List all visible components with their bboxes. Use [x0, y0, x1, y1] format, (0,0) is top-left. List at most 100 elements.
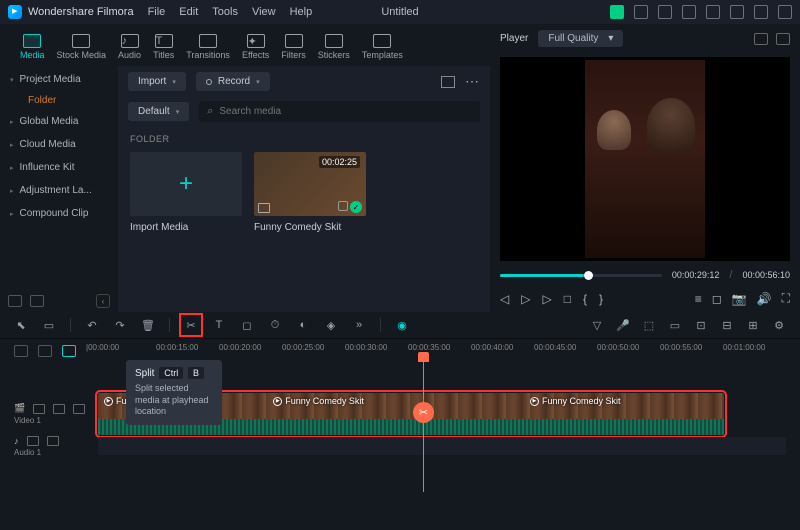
record-button[interactable]: Record▾	[196, 72, 270, 91]
text-icon[interactable]: T	[212, 318, 226, 332]
prev-frame-icon[interactable]: ◁	[500, 292, 509, 306]
magnetic-icon[interactable]	[62, 345, 76, 357]
headphones-icon[interactable]	[754, 5, 768, 19]
crop-icon[interactable]: ◻	[712, 292, 722, 306]
new-bin-icon[interactable]	[30, 295, 44, 307]
mark-out-icon[interactable]: }	[599, 292, 603, 306]
thumb-clip-1[interactable]: 00:02:25 ✓ Funny Comedy Skit	[254, 152, 366, 233]
menu-edit[interactable]: Edit	[179, 6, 198, 18]
search-box[interactable]: ⌕	[199, 101, 480, 122]
track-label: Audio 1	[14, 448, 92, 457]
grid-icon[interactable]	[754, 33, 768, 45]
tab-media[interactable]: Media	[16, 32, 49, 62]
mark-in-icon[interactable]: {	[583, 292, 587, 306]
timeline-ruler[interactable]: |00:00:00 00:00:15:00 00:00:20:00 00:00:…	[86, 343, 786, 359]
menu-tools[interactable]: Tools	[212, 6, 238, 18]
speed-icon[interactable]: ⏱	[268, 318, 282, 332]
settings-icon[interactable]: ⚙	[772, 318, 786, 332]
mute-icon[interactable]	[47, 436, 59, 446]
cloud-icon[interactable]	[730, 5, 744, 19]
new-folder-icon[interactable]	[8, 295, 22, 307]
tab-transitions[interactable]: Transitions	[182, 32, 234, 62]
import-drop-zone[interactable]: +	[130, 152, 242, 216]
stop-icon[interactable]: □	[564, 292, 571, 306]
mixer-icon[interactable]: ⬚	[642, 318, 656, 332]
tab-templates[interactable]: Templates	[358, 32, 407, 62]
list-icon[interactable]: ≡	[695, 292, 702, 306]
thumb-import[interactable]: + Import Media	[130, 152, 242, 233]
track-content-audio-1[interactable]	[98, 437, 786, 455]
tree-compound-clip[interactable]: Compound Clip	[0, 202, 118, 225]
lock-icon[interactable]	[27, 436, 39, 446]
voice-over-icon[interactable]: 🎤	[616, 318, 630, 332]
zoom-out-icon[interactable]: ⊟	[720, 318, 734, 332]
lock-icon[interactable]	[33, 404, 45, 414]
sort-default-button[interactable]: Default▾	[128, 102, 189, 121]
tab-stock-media[interactable]: Stock Media	[53, 32, 111, 62]
ai-icon[interactable]: ◉	[395, 318, 409, 332]
play-icon[interactable]: ▷	[521, 292, 530, 306]
crop-tool-icon[interactable]: ◻	[240, 318, 254, 332]
more-icon[interactable]: ⋯	[465, 73, 480, 90]
tab-audio[interactable]: ♪Audio	[114, 32, 145, 62]
video-frame	[585, 60, 705, 258]
menu-help[interactable]: Help	[290, 6, 313, 18]
snapshot-icon[interactable]: 📷	[732, 292, 747, 306]
quality-select[interactable]: Full Quality▾	[538, 30, 623, 47]
monitor-icon[interactable]	[682, 5, 696, 19]
import-button[interactable]: Import▾	[128, 72, 186, 91]
collapse-sidebar-icon[interactable]: ‹	[96, 294, 110, 308]
selection-icon[interactable]: ▭	[42, 318, 56, 332]
keyframe-icon[interactable]: ◈	[324, 318, 338, 332]
tab-effects[interactable]: ✦Effects	[238, 32, 273, 62]
redo-icon[interactable]: ↷	[113, 318, 127, 332]
render-icon[interactable]: ▭	[668, 318, 682, 332]
tree-project-media[interactable]: Project Media	[0, 68, 118, 91]
zoom-in-icon[interactable]: ⊞	[746, 318, 760, 332]
playhead-split-icon[interactable]: ✂	[413, 402, 434, 423]
video-preview[interactable]	[500, 57, 790, 261]
save-icon[interactable]	[706, 5, 720, 19]
tree-cloud-media[interactable]: Cloud Media	[0, 133, 118, 156]
tab-filters[interactable]: Filters	[277, 32, 310, 62]
tree-global-media[interactable]: Global Media	[0, 110, 118, 133]
playhead-handle[interactable]	[418, 352, 429, 362]
tree-adjustment-layer[interactable]: Adjustment La...	[0, 179, 118, 202]
message-icon[interactable]	[658, 5, 672, 19]
volume-icon[interactable]: 🔊	[757, 292, 772, 306]
stock-icon	[72, 34, 90, 48]
time-separator: /	[729, 269, 732, 281]
split-icon[interactable]: ✂	[184, 318, 198, 332]
export-icon[interactable]	[778, 5, 792, 19]
pointer-icon[interactable]: ⬉	[14, 318, 28, 332]
hide-icon[interactable]	[73, 404, 85, 414]
add-icon[interactable]	[338, 201, 348, 211]
progress-thumb[interactable]	[584, 271, 593, 280]
image-icon[interactable]	[776, 33, 790, 45]
zoom-fit-icon[interactable]: ⊡	[694, 318, 708, 332]
gift-icon[interactable]	[610, 5, 624, 19]
search-input[interactable]	[219, 106, 472, 117]
menu-file[interactable]: File	[148, 6, 166, 18]
tree-folder[interactable]: Folder	[0, 91, 118, 110]
tab-stickers[interactable]: Stickers	[314, 32, 354, 62]
clip-play-icon: ▶	[530, 397, 539, 406]
color-icon[interactable]: ◐	[296, 318, 310, 332]
more-tools-icon[interactable]: »	[352, 318, 366, 332]
delete-icon[interactable]: 🗑	[141, 318, 155, 332]
tree-influence-kit[interactable]: Influence Kit	[0, 156, 118, 179]
filter-icon[interactable]	[441, 76, 455, 88]
mute-icon[interactable]	[53, 404, 65, 414]
track-manage-icon[interactable]	[14, 345, 28, 357]
next-frame-icon[interactable]: ▷	[542, 292, 551, 306]
playhead[interactable]: ✂	[423, 352, 424, 492]
undo-icon[interactable]: ↶	[85, 318, 99, 332]
track-toggle-icon[interactable]	[38, 345, 52, 357]
tab-titles[interactable]: TTitles	[149, 32, 178, 62]
clip-thumbnail[interactable]: 00:02:25 ✓	[254, 152, 366, 216]
menu-view[interactable]: View	[252, 6, 276, 18]
marker-icon[interactable]: ▽	[590, 318, 604, 332]
progress-slider[interactable]	[500, 274, 662, 277]
send-icon[interactable]	[634, 5, 648, 19]
fullscreen-icon[interactable]: ⛶	[782, 291, 790, 306]
